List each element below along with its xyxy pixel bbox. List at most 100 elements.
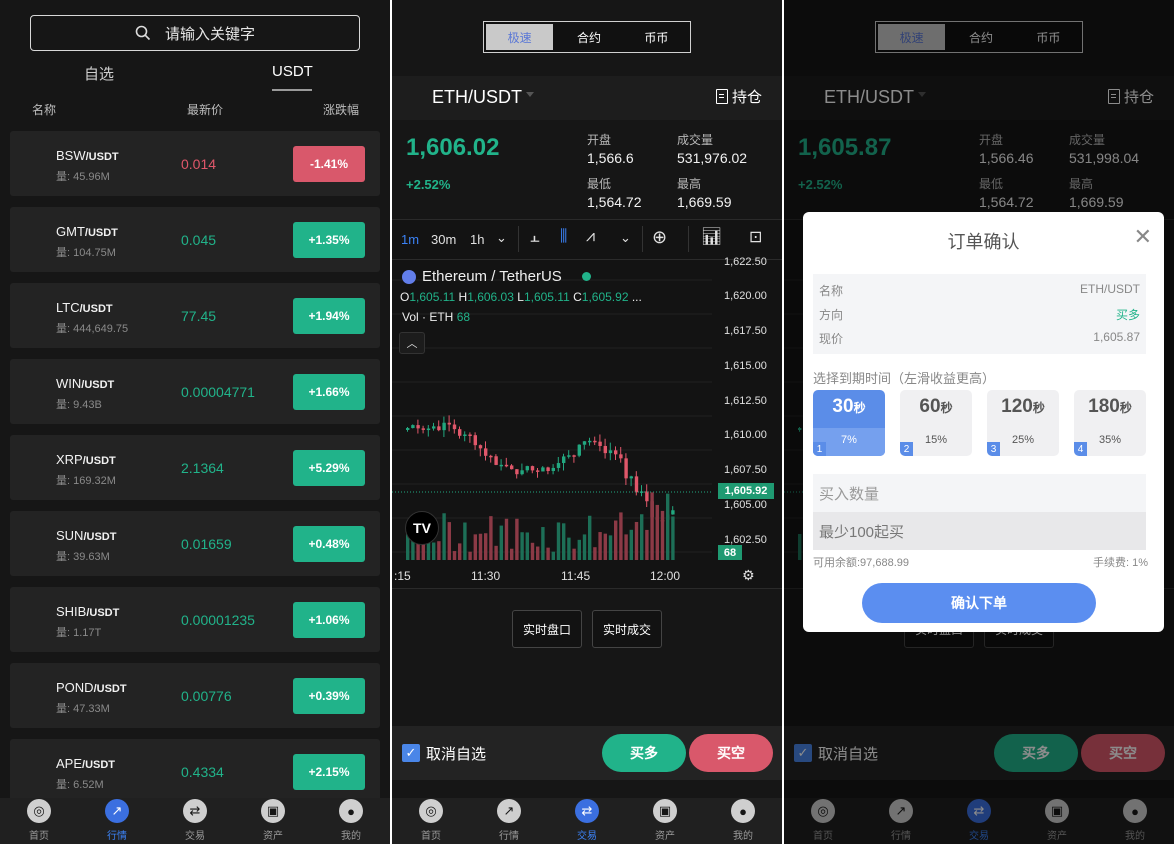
change-badge[interactable]: +1.66% [293, 374, 365, 410]
pair-name: XRP/USDT [56, 452, 116, 467]
quantity-input[interactable]: 最少100起买 [813, 512, 1146, 550]
candles-icon[interactable]: ⫼ [560, 228, 567, 246]
trade-panel-confirm: 极速 合约 币币 ETH/USDT 持仓 1,605.87 +2.52% 开盘 … [784, 0, 1174, 844]
pair-base: APE [56, 756, 83, 771]
direction-label: 方向 [819, 308, 844, 322]
action-bar: ✓ 取消自选 买多 买空 [392, 726, 782, 780]
indicator-icon[interactable]: ⫠ [530, 229, 540, 247]
order-book-button[interactable]: 实时盘口 [512, 610, 582, 648]
interval-1m[interactable]: 1m [401, 232, 419, 247]
pair-volume: 量: 39.63M [56, 551, 110, 563]
favorite-checkbox[interactable]: ✓ [402, 744, 420, 762]
search-input[interactable]: 请输入关键字 [30, 15, 360, 51]
pair-price: 0.01659 [181, 536, 232, 552]
chevron-down-icon[interactable]: ⌄ [620, 230, 631, 246]
volume-bar [536, 546, 540, 560]
expiry-option-120[interactable]: 120秒 25% 3 [987, 390, 1059, 456]
expiry-option-60[interactable]: 60秒 15% 2 [900, 390, 972, 456]
nav-profile[interactable]: ● 我的 [704, 798, 782, 844]
volume-bar [624, 534, 628, 560]
tab-contract[interactable]: 合约 [555, 22, 622, 52]
volume-bar [452, 551, 457, 560]
pair-price: 77.45 [181, 308, 217, 324]
volume-legend-label: Vol · ETH [402, 310, 454, 324]
collapse-legend-button[interactable]: ︿ [399, 332, 425, 354]
list-item[interactable]: POND/USDT 量: 47.33M 0.00776 +0.39% [10, 663, 380, 728]
candlestick-chart[interactable]: 1m 30m 1h ⌄ ⫠ ⫼ ⩘ ⌄ ⊕ 📊︎ ⊡ 1,622.50 1,620… [392, 219, 782, 589]
pair-quote: /USDT [84, 227, 118, 239]
nav-trade[interactable]: ⇄ 交易 [156, 798, 234, 844]
candle [442, 422, 446, 431]
camera-icon[interactable]: ⊡ [749, 227, 762, 247]
volume-bar [432, 542, 436, 560]
list-item[interactable]: BSW/USDT 量: 45.96M 0.014 -1.41% [10, 131, 380, 196]
market-panel: 请输入关键字 自选 USDT 名称 最新价 涨跌幅 BSW/USDT 量: 45.… [0, 0, 390, 844]
pair-quote: /USDT [85, 151, 119, 163]
change-badge[interactable]: +1.06% [293, 602, 365, 638]
change-badge[interactable]: +1.35% [293, 222, 365, 258]
expiry-option-180[interactable]: 180秒 35% 4 [1074, 390, 1146, 456]
interval-1h[interactable]: 1h [470, 232, 484, 247]
holdings-button[interactable]: 持仓 [715, 86, 762, 107]
pair-base: POND [56, 680, 94, 695]
option-seconds: 180秒 [1074, 396, 1146, 418]
caret-down-icon[interactable] [526, 92, 534, 97]
pair-volume: 量: 6.52M [56, 779, 104, 791]
pair-selector[interactable]: ETH/USDT [432, 87, 522, 108]
candle [520, 470, 524, 475]
nav-market[interactable]: ↗ 行情 [78, 798, 156, 844]
tab-spot[interactable]: 币币 [623, 22, 690, 52]
candle [411, 425, 415, 429]
confirm-order-button[interactable]: 确认下单 [862, 583, 1096, 623]
volume-bar [556, 522, 561, 560]
option-seconds-value: 60 [919, 396, 941, 417]
list-item[interactable]: APE/USDT 量: 6.52M 0.4334 +2.15% [10, 739, 380, 804]
nav-market[interactable]: ↗ 行情 [470, 798, 548, 844]
pair-volume: 量: 444,649.75 [56, 323, 129, 335]
nav-home[interactable]: ◎ 首页 [0, 798, 78, 844]
change-badge[interactable]: +0.48% [293, 526, 365, 562]
candle [645, 491, 649, 502]
list-item[interactable]: WIN/USDT 量: 9.43B 0.00004771 +1.66% [10, 359, 380, 424]
list-item[interactable]: XRP/USDT 量: 169.32M 2.1364 +5.29% [10, 435, 380, 500]
search-icon [135, 25, 151, 41]
tab-fast[interactable]: 极速 [486, 24, 554, 50]
pair-quote: /USDT [79, 303, 113, 315]
cancel-favorite-label[interactable]: 取消自选 [426, 743, 486, 764]
pair-price: 0.045 [181, 232, 217, 248]
candle [567, 455, 571, 457]
expiry-option-30[interactable]: 30秒 7% 1 [813, 390, 885, 456]
list-item[interactable]: LTC/USDT 量: 444,649.75 77.45 +1.94% [10, 283, 380, 348]
buy-long-button[interactable]: 买多 [602, 734, 686, 772]
column-change-header: 涨跌幅 [323, 103, 360, 117]
settings-icon[interactable]: ⚙︎ [742, 567, 755, 584]
plus-circle-icon[interactable]: ⊕ [652, 227, 667, 248]
price-value: 1,605.87 [1093, 330, 1140, 344]
interval-30m[interactable]: 30m [431, 232, 456, 247]
change-badge[interactable]: +5.29% [293, 450, 365, 486]
change-badge[interactable]: -1.41% [293, 146, 365, 182]
nav-assets[interactable]: ▣ 资产 [626, 798, 704, 844]
nav-trade[interactable]: ⇄ 交易 [548, 798, 626, 844]
buy-short-button[interactable]: 买空 [689, 734, 773, 772]
tradingview-logo[interactable]: TV [405, 511, 439, 545]
list-item[interactable]: SHIB/USDT 量: 1.17T 0.00001235 +1.06% [10, 587, 380, 652]
list-item[interactable]: SUN/USDT 量: 39.63M 0.01659 +0.48% [10, 511, 380, 576]
change-badge[interactable]: +2.15% [293, 754, 365, 790]
bar-chart-icon[interactable]: 📊︎ [701, 227, 723, 247]
candle [551, 467, 555, 472]
nav-assets[interactable]: ▣ 资产 [234, 798, 312, 844]
candle [624, 458, 628, 479]
change-badge[interactable]: +0.39% [293, 678, 365, 714]
nav-home[interactable]: ◎ 首页 [392, 798, 470, 844]
close-icon[interactable]: ✕ [1134, 224, 1152, 250]
change-badge[interactable]: +1.94% [293, 298, 365, 334]
list-item[interactable]: GMT/USDT 量: 104.75M 0.045 +1.35% [10, 207, 380, 272]
area-chart-icon[interactable]: ⩘ [586, 228, 595, 246]
nav-profile[interactable]: ● 我的 [312, 798, 390, 844]
recent-trades-button[interactable]: 实时成交 [592, 610, 662, 648]
nav-label: 交易 [577, 831, 597, 842]
chevron-down-icon[interactable]: ⌄ [496, 230, 507, 246]
tab-usdt[interactable]: USDT [272, 63, 313, 80]
tab-favorites[interactable]: 自选 [84, 63, 114, 84]
